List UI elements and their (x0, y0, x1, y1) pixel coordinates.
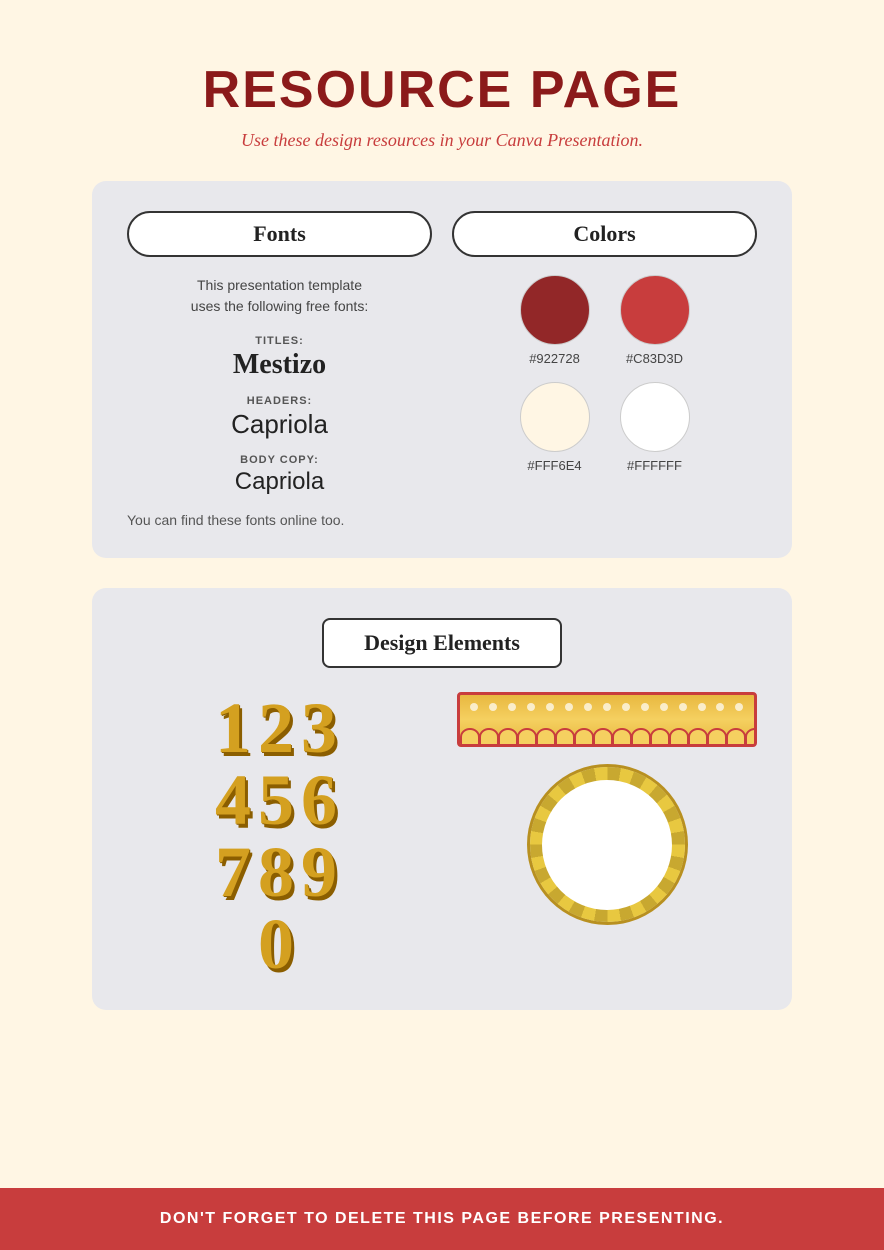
dot (565, 703, 573, 711)
page-title: RESOURCE PAGE (203, 60, 682, 120)
footer-bar: DON'T FORGET TO DELETE THIS PAGE BEFORE … (0, 1188, 884, 1250)
dot (622, 703, 630, 711)
color-item-3: #FFF6E4 (520, 382, 590, 473)
scallop (593, 728, 613, 746)
color-circle-3 (520, 382, 590, 452)
design-card-header: Design Elements (127, 618, 757, 668)
num-3: 3 (301, 692, 339, 764)
num-4: 4 (215, 764, 253, 836)
decorative-elements (457, 692, 757, 922)
fonts-footer: You can find these fonts online too. (127, 512, 432, 528)
scallop (726, 728, 746, 746)
dot (470, 703, 478, 711)
color-hex-3: #FFF6E4 (527, 458, 581, 473)
colors-section: Colors #922728 #C83D3D (452, 211, 757, 473)
numbers-row-1: 1 2 3 (215, 692, 339, 764)
scallop (555, 728, 575, 746)
color-circle-1 (520, 275, 590, 345)
dot (584, 703, 592, 711)
num-0: 0 (258, 908, 296, 980)
design-header-box: Design Elements (322, 618, 562, 668)
design-card: Design Elements 1 2 3 4 5 6 7 8 9 (92, 588, 792, 1010)
fonts-description: This presentation template uses the foll… (127, 275, 432, 317)
body-label: BODY COPY: (127, 454, 432, 466)
num-5: 5 (258, 764, 296, 836)
color-item-4: #FFFFFF (620, 382, 690, 473)
scallop (745, 728, 757, 746)
font-headers-item: HEADERS: Capriola (127, 395, 432, 440)
colors-label: Colors (573, 221, 635, 246)
color-hex-4: #FFFFFF (627, 458, 682, 473)
num-6: 6 (301, 764, 339, 836)
scallop (460, 728, 480, 746)
fonts-header-box: Fonts (127, 211, 432, 257)
num-7: 7 (215, 836, 253, 908)
dot (546, 703, 554, 711)
color-swatches: #922728 #C83D3D #FFF6E4 (452, 275, 757, 473)
dot (641, 703, 649, 711)
scallop (536, 728, 556, 746)
color-row-2: #FFF6E4 #FFFFFF (520, 382, 690, 473)
titles-label: TITLES: (127, 335, 432, 347)
header: RESOURCE PAGE Use these design resources… (203, 0, 682, 181)
font-titles-item: TITLES: Mestizo (127, 335, 432, 381)
dot (603, 703, 611, 711)
color-hex-1: #922728 (529, 351, 580, 366)
fonts-section: Fonts This presentation template uses th… (127, 211, 432, 528)
deco-circle-outer (530, 767, 685, 922)
colors-header-box: Colors (452, 211, 757, 257)
headers-label: HEADERS: (127, 395, 432, 407)
scallop (612, 728, 632, 746)
num-8: 8 (258, 836, 296, 908)
num-1: 1 (215, 692, 253, 764)
dot (679, 703, 687, 711)
numbers-display: 1 2 3 4 5 6 7 8 9 0 (127, 692, 427, 980)
color-hex-2: #C83D3D (626, 351, 683, 366)
page-wrapper: RESOURCE PAGE Use these design resources… (0, 0, 884, 1250)
footer-text: DON'T FORGET TO DELETE THIS PAGE BEFORE … (160, 1210, 724, 1227)
border-strip-scallop (460, 728, 757, 746)
scallop (479, 728, 499, 746)
scallop (517, 728, 537, 746)
design-content: 1 2 3 4 5 6 7 8 9 0 (127, 692, 757, 980)
scallop (574, 728, 594, 746)
dot (489, 703, 497, 711)
color-circle-2 (620, 275, 690, 345)
body-font-name: Capriola (127, 468, 432, 496)
dot (508, 703, 516, 711)
numbers-row-3: 7 8 9 (215, 836, 339, 908)
num-9: 9 (301, 836, 339, 908)
color-row-1: #922728 #C83D3D (520, 275, 690, 366)
scallop (688, 728, 708, 746)
fonts-label: Fonts (253, 221, 306, 246)
resource-card: Fonts This presentation template uses th… (92, 181, 792, 558)
scallop (631, 728, 651, 746)
scallop (707, 728, 727, 746)
headers-font-name: Capriola (127, 409, 432, 440)
dot (527, 703, 535, 711)
design-elements-label: Design Elements (364, 630, 520, 655)
color-item-1: #922728 (520, 275, 590, 366)
titles-font-name: Mestizo (127, 349, 432, 381)
num-2: 2 (258, 692, 296, 764)
scallop (650, 728, 670, 746)
color-circle-4 (620, 382, 690, 452)
numbers-row-2: 4 5 6 (215, 764, 339, 836)
scallop (669, 728, 689, 746)
dot (660, 703, 668, 711)
color-item-2: #C83D3D (620, 275, 690, 366)
scallop (498, 728, 518, 746)
card-top-row: Fonts This presentation template uses th… (127, 211, 757, 528)
page-subtitle: Use these design resources in your Canva… (203, 130, 682, 151)
border-strip (457, 692, 757, 747)
dot (735, 703, 743, 711)
font-body-item: BODY COPY: Capriola (127, 454, 432, 496)
numbers-row-4: 0 (258, 908, 296, 980)
dot (698, 703, 706, 711)
dot (716, 703, 724, 711)
deco-circle-inner (542, 780, 672, 910)
dots-row (460, 703, 754, 711)
